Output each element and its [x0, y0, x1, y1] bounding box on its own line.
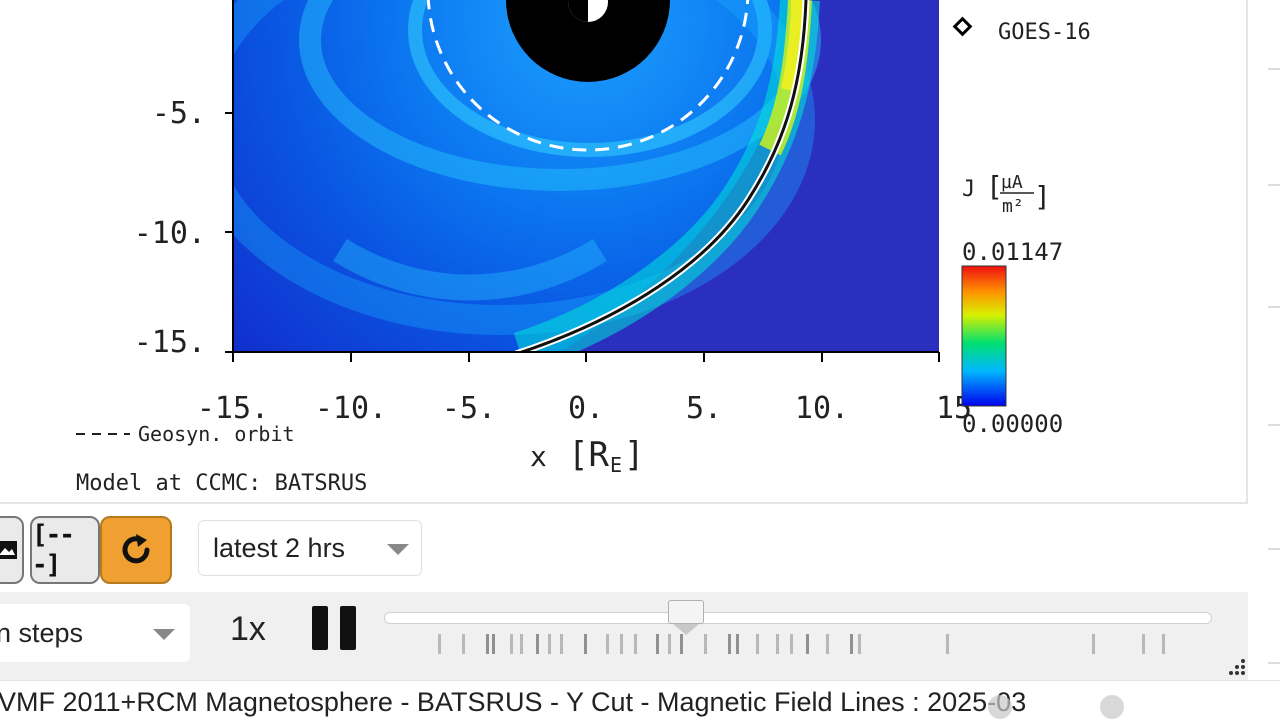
playback-bar: n steps 1x — [0, 592, 1248, 680]
time-slider-track[interactable] — [384, 612, 1212, 624]
x-tick-label: -5. — [442, 391, 496, 426]
y-tick-label: -10. — [134, 216, 206, 251]
time-range-select[interactable]: latest 2 hrs — [198, 520, 422, 576]
y-tick-label: -15. — [134, 325, 206, 360]
status-bar: VMF 2011+RCM Magnetosphere - BATSRUS - Y… — [0, 680, 1280, 721]
image-button[interactable] — [0, 516, 24, 584]
satellite-label: GOES-16 — [998, 20, 1091, 45]
info-icon[interactable] — [1100, 695, 1124, 719]
svg-text:]: ] — [1034, 180, 1051, 213]
orbit-legend-label: Geosyn. orbit — [138, 422, 295, 446]
x-tick-label: -10. — [315, 391, 387, 426]
step-mode-select[interactable]: n steps — [0, 604, 190, 662]
refresh-button[interactable] — [100, 516, 172, 584]
colorbar-min-label: 0.00000 — [962, 410, 1063, 438]
svg-text:[R: [R — [568, 435, 609, 475]
current-density-map — [233, 0, 939, 352]
frame-range-button[interactable]: [---] — [30, 516, 100, 584]
status-title: VMF 2011+RCM Magnetosphere - BATSRUS - Y… — [0, 687, 1027, 717]
gutter-mark — [1268, 548, 1280, 550]
plot-panel: -5. -10. -15. -15. -10. -5. 0. 5. 10. 15… — [0, 0, 1248, 504]
y-tick-label: -5. — [152, 96, 206, 131]
image-icon — [0, 541, 17, 559]
time-slider-pointer — [672, 623, 700, 635]
x-tick-label: 5. — [686, 391, 722, 426]
speed-button[interactable]: 1x — [230, 610, 266, 649]
frame-range-label: [---] — [32, 520, 75, 580]
x-tick-label: -15. — [197, 391, 269, 426]
model-label: Model at CCMC: BATSRUS — [76, 471, 367, 496]
x-tick-label: 10. — [795, 391, 849, 426]
time-slider-handle[interactable] — [668, 600, 704, 624]
resize-grip-icon[interactable] — [1228, 658, 1246, 676]
info-icon[interactable] — [988, 695, 1012, 719]
gutter-mark — [1268, 306, 1280, 308]
step-mode-value: n steps — [0, 617, 84, 648]
refresh-icon — [122, 534, 150, 564]
gutter-mark — [1268, 184, 1280, 186]
x-tick-label: 0. — [568, 391, 604, 426]
magnetosphere-plot: -5. -10. -15. -15. -10. -5. 0. 5. 10. 15… — [76, 0, 1091, 496]
svg-text:]: ] — [624, 435, 644, 475]
toolbar: [---] latest 2 hrs — [0, 504, 1248, 592]
svg-text:E: E — [610, 453, 622, 477]
gutter-mark — [1268, 662, 1280, 664]
satellite-marker-icon — [952, 16, 973, 37]
svg-text:m²: m² — [1002, 196, 1024, 217]
chevron-down-icon — [387, 544, 409, 555]
pause-icon — [312, 606, 328, 650]
x-axis-label: x [R E ] — [530, 435, 644, 477]
gutter-mark — [1268, 424, 1280, 426]
time-range-value: latest 2 hrs — [213, 532, 346, 563]
svg-text:J: J — [962, 177, 975, 202]
colorbar-max-label: 0.01147 — [962, 238, 1063, 266]
svg-text:x: x — [530, 440, 547, 473]
svg-text:µA: µA — [1001, 172, 1023, 193]
pause-button[interactable] — [312, 606, 358, 650]
chevron-down-icon — [153, 629, 175, 640]
colorbar-title: J [ µA m² ] — [962, 170, 1051, 217]
pause-icon — [340, 606, 356, 650]
right-gutter — [1248, 0, 1280, 680]
gutter-mark — [1268, 68, 1280, 70]
colorbar — [961, 265, 1007, 407]
